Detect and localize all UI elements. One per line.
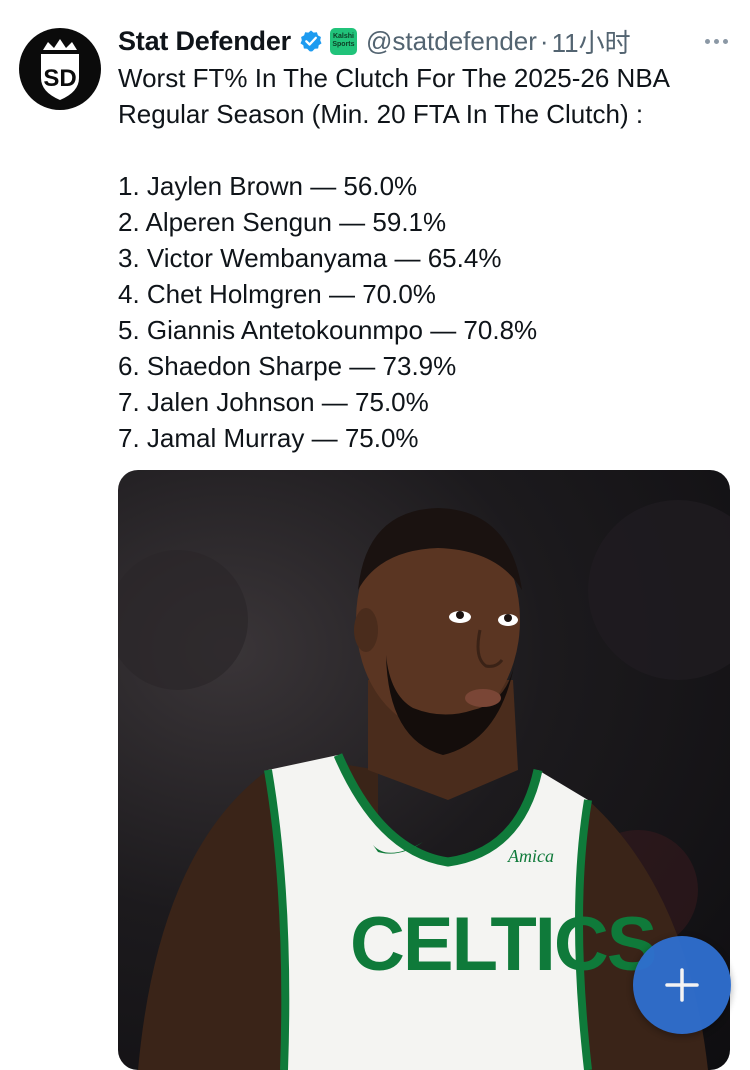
author-avatar[interactable]: SD (19, 28, 101, 110)
time-separator: · (539, 25, 549, 56)
list-item: 3. Victor Wembanyama — 65.4% (118, 243, 502, 273)
author-display-name[interactable]: Stat Defender (118, 26, 291, 57)
tweet-header: Stat Defender Kalshi Sports @statdefender… (118, 24, 730, 58)
jersey-sponsor: Amica (507, 846, 554, 866)
list-item: 5. Giannis Antetokounmpo — 70.8% (118, 315, 538, 345)
stat-defender-logo: SD (41, 39, 79, 100)
tweet-headline: Worst FT% In The Clutch For The 2025-26 … (118, 63, 669, 129)
tweet-text: Worst FT% In The Clutch For The 2025-26 … (118, 60, 738, 456)
list-item: 7. Jamal Murray — 75.0% (118, 423, 419, 453)
avatar-monogram: SD (43, 65, 76, 92)
author-handle[interactable]: @statdefender (366, 26, 537, 57)
more-dots-icon[interactable] (705, 26, 728, 56)
ranking-list: 1. Jaylen Brown — 56.0% 2. Alperen Sengu… (118, 168, 738, 456)
affiliate-badge-text: Kalshi Sports (332, 33, 355, 48)
tweet-timestamp[interactable]: 11小时 (552, 23, 631, 60)
list-item: 1. Jaylen Brown — 56.0% (118, 171, 418, 201)
list-item: 2. Alperen Sengun — 59.1% (118, 207, 447, 237)
list-item: 4. Chet Holmgren — 70.0% (118, 279, 436, 309)
verified-badge-icon[interactable] (299, 29, 323, 53)
list-item: 6. Shaedon Sharpe — 73.9% (118, 351, 457, 381)
compose-button[interactable] (633, 936, 731, 1034)
list-item: 7. Jalen Johnson — 75.0% (118, 387, 429, 417)
affiliate-badge[interactable]: Kalshi Sports (329, 27, 357, 55)
plus-icon (665, 968, 699, 1002)
jersey-lettering: CELTICS (350, 902, 655, 987)
